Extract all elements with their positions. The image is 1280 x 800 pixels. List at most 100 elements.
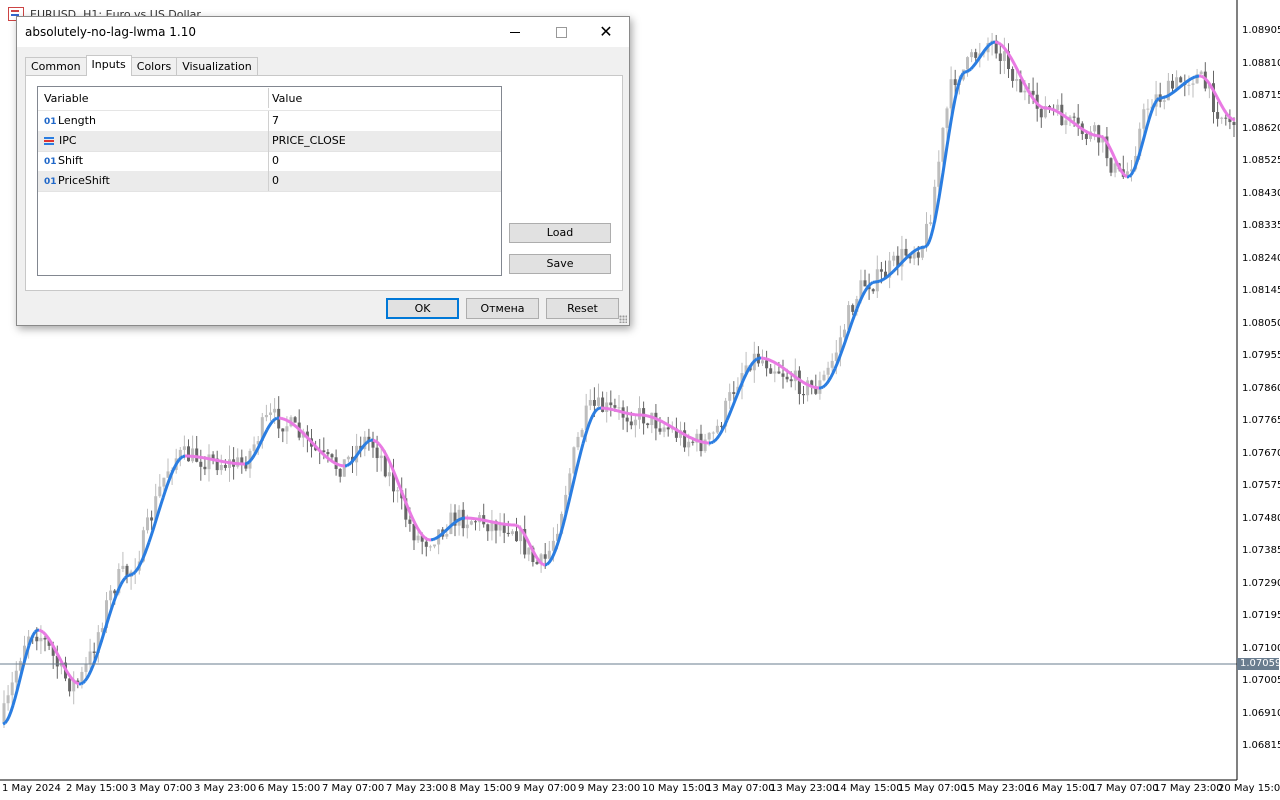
candle-body: [252, 444, 256, 451]
candle-body: [892, 255, 896, 261]
price-tick-label: 1.08335: [1242, 220, 1280, 231]
inputs-panel: Variable Value 01Length 7 IPC PRICE_CLOS…: [25, 75, 623, 291]
candle-body: [765, 360, 769, 369]
input-row-shift[interactable]: 01Shift 0: [38, 151, 501, 172]
candle-body: [691, 441, 695, 443]
price-tick-label: 1.07575: [1242, 480, 1280, 491]
dialog-title: absolutely-no-lag-lwma 1.10: [25, 25, 197, 39]
candle-body: [633, 419, 637, 426]
candle-body: [273, 408, 277, 413]
value-cell[interactable]: PRICE_CLOSE: [269, 131, 501, 151]
value-cell[interactable]: 0: [269, 151, 501, 171]
candle-body: [871, 289, 875, 292]
candle-body: [195, 448, 199, 462]
minimize-button[interactable]: [492, 17, 538, 47]
candle-body: [822, 374, 826, 381]
candle-body: [711, 432, 715, 434]
candle-body: [469, 521, 473, 525]
price-tick-label: 1.08905: [1242, 25, 1280, 36]
candle-body: [1076, 117, 1080, 124]
price-tick-label: 1.08430: [1242, 187, 1280, 199]
candle-body: [10, 682, 14, 696]
time-tick-label: 2 May 15:00: [66, 783, 129, 794]
candle-body: [433, 544, 436, 547]
candle-body: [338, 468, 342, 477]
time-tick-label: 17 May 07:00: [1090, 783, 1159, 794]
price-tick-label: 1.07290: [1242, 577, 1280, 589]
time-tick-label: 7 May 23:00: [386, 783, 449, 794]
candle-body: [182, 446, 186, 450]
integer-type-icon: 01: [44, 157, 57, 167]
candle-body: [601, 397, 605, 412]
candle-body: [84, 664, 88, 672]
candle-body: [486, 524, 490, 532]
candle-body: [330, 454, 334, 458]
input-row-ipc[interactable]: IPC PRICE_CLOSE: [38, 131, 501, 152]
cancel-button[interactable]: Отмена: [466, 298, 539, 319]
close-icon: ✕: [599, 22, 613, 41]
candle-body: [285, 426, 289, 432]
dialog-titlebar[interactable]: absolutely-no-lag-lwma 1.10 ✕: [17, 17, 629, 47]
maximize-button[interactable]: [538, 17, 584, 47]
reset-button[interactable]: Reset: [546, 298, 619, 319]
candle-body: [1199, 71, 1203, 75]
variable-name: PriceShift: [58, 174, 110, 187]
candle-body: [953, 79, 957, 86]
candle-body: [1064, 120, 1068, 126]
candle-body: [1039, 108, 1043, 118]
value-cell[interactable]: 0: [269, 171, 501, 191]
enum-type-icon: [44, 137, 54, 145]
candle-body: [597, 397, 600, 406]
candle-body: [1056, 104, 1060, 111]
value-cell[interactable]: 7: [269, 111, 501, 131]
tab-inputs[interactable]: Inputs: [85, 55, 132, 76]
candle-body: [609, 402, 613, 406]
candle-body: [625, 417, 629, 422]
close-button[interactable]: ✕: [583, 17, 629, 47]
tab-common[interactable]: Common: [25, 57, 87, 75]
save-button[interactable]: Save: [509, 254, 611, 274]
minimize-icon: [510, 31, 520, 33]
price-tick-label: 1.07195: [1242, 610, 1280, 621]
candle-body: [35, 636, 39, 642]
price-tick-label: 1.08620: [1242, 122, 1280, 134]
candle-body: [580, 429, 584, 437]
candle-body: [707, 432, 711, 440]
candle-body: [1179, 77, 1183, 83]
tab-colors[interactable]: Colors: [130, 57, 178, 75]
price-tick-label: 1.07765: [1242, 415, 1280, 426]
candle-body: [1031, 90, 1035, 95]
candle-body: [1084, 134, 1088, 139]
current-price-label: 1.07059: [1237, 658, 1280, 670]
time-tick-label: 13 May 23:00: [770, 783, 839, 794]
candle-body: [732, 392, 736, 394]
header-value[interactable]: Value: [269, 88, 501, 108]
candle-body: [1232, 122, 1236, 125]
price-tick-label: 1.08145: [1242, 285, 1280, 296]
resize-grip-icon[interactable]: [619, 315, 627, 323]
input-row-priceshift[interactable]: 01PriceShift 0: [38, 171, 501, 192]
ok-button[interactable]: OK: [386, 298, 459, 319]
candle-body: [1109, 158, 1113, 173]
candle-body: [543, 554, 547, 559]
candle-body: [761, 360, 764, 364]
time-tick-label: 15 May 23:00: [962, 783, 1031, 794]
candle-body: [949, 79, 953, 109]
tab-visualization[interactable]: Visualization: [176, 57, 258, 75]
load-button[interactable]: Load: [509, 223, 611, 243]
candle-body: [666, 427, 670, 430]
candle-body: [592, 400, 596, 406]
candle-body: [904, 248, 908, 256]
candle-body: [781, 373, 785, 377]
candle-body: [658, 428, 662, 432]
candle-body: [293, 417, 297, 423]
input-row-length[interactable]: 01Length 7: [38, 111, 501, 132]
candle-body: [223, 464, 227, 468]
candle-body: [515, 531, 518, 542]
header-variable[interactable]: Variable: [38, 88, 269, 108]
candle-body: [428, 546, 432, 548]
inputs-grid: Variable Value 01Length 7 IPC PRICE_CLOS…: [37, 86, 502, 276]
candle-body: [576, 436, 580, 448]
candle-body: [535, 562, 539, 565]
candle-body: [326, 452, 330, 455]
